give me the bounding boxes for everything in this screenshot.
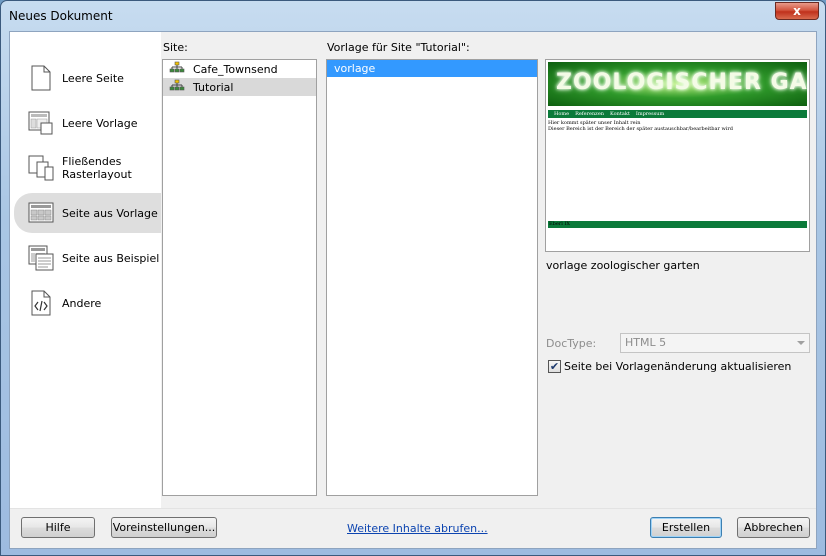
site-item-tutorial[interactable]: Tutorial: [163, 78, 316, 96]
dialog-client: Leere Seite Leere Vorlage Fließendes Ras…: [9, 31, 817, 549]
site-list[interactable]: Cafe_Townsend Tutorial: [162, 59, 317, 496]
category-label: Leere Vorlage: [62, 116, 138, 130]
blank-page-icon: [28, 64, 54, 92]
category-label: Andere: [62, 296, 102, 310]
title-bar[interactable]: Neues Dokument x: [1, 1, 825, 31]
category-label: Leere Seite: [62, 71, 124, 85]
category-item-other[interactable]: Andere: [14, 283, 161, 323]
doctype-value: HTML 5: [625, 336, 667, 349]
preview-nav-link: Home: [554, 111, 570, 117]
template-list[interactable]: vorlage: [326, 59, 538, 496]
preview-body-line: Dieser Bereich ist der Bereich der späte…: [548, 126, 733, 132]
dialog-window: Neues Dokument x Leere Seite Leere Vorla…: [0, 0, 826, 556]
category-label: Fließendes Rasterlayout: [62, 155, 132, 181]
category-item-page-from-template[interactable]: Seite aus Vorlage: [14, 193, 161, 233]
close-button[interactable]: x: [775, 2, 819, 20]
footer-divider: [10, 508, 816, 509]
preview-nav: Home Referenzen Kontakt Impressum: [548, 110, 807, 118]
template-preview: ZOOLOGISCHER GARTEN Home Referenzen Kont…: [545, 59, 810, 252]
preview-nav-link: Impressum: [635, 111, 665, 117]
update-on-template-change[interactable]: ✔ Seite bei Vorlagenänderung aktualisier…: [548, 360, 791, 373]
site-icon: [169, 61, 185, 78]
cancel-button[interactable]: Abbrechen: [737, 517, 810, 538]
doctype-label: DocType:: [546, 337, 597, 350]
more-content-link[interactable]: Weitere Inhalte abrufen...: [347, 522, 488, 535]
blank-template-icon: [28, 109, 54, 137]
site-item-label: Tutorial: [193, 80, 234, 94]
category-item-page-from-sample[interactable]: Seite aus Beispiel: [14, 238, 161, 278]
update-checkbox[interactable]: ✔: [548, 360, 561, 373]
template-list-label: Vorlage für Site "Tutorial":: [327, 41, 470, 54]
template-item-vorlage[interactable]: vorlage: [327, 60, 537, 77]
preview-banner-text: ZOOLOGISCHER GARTEN: [556, 70, 807, 95]
category-list: Leere Seite Leere Vorlage Fließendes Ras…: [10, 32, 161, 508]
page-from-template-icon: [28, 199, 54, 227]
checkmark-icon: ✔: [549, 360, 560, 373]
close-icon: x: [793, 4, 801, 18]
category-item-blank-template[interactable]: Leere Vorlage: [14, 103, 161, 143]
chevron-down-icon: [797, 341, 805, 345]
category-item-fluid-grid[interactable]: Fließendes Rasterlayout: [14, 148, 161, 188]
site-label: Site:: [163, 41, 188, 54]
help-button[interactable]: Hilfe: [21, 517, 95, 538]
site-item-cafe-townsend[interactable]: Cafe_Townsend: [163, 60, 316, 78]
preview-nav-link: Kontakt: [610, 111, 630, 117]
preview-nav-link: Referenzen: [575, 111, 604, 117]
site-icon: [169, 79, 185, 96]
update-checkbox-label: Seite bei Vorlagenänderung aktualisieren: [564, 360, 792, 373]
preferences-button[interactable]: Voreinstellungen...: [111, 517, 217, 538]
create-button[interactable]: Erstellen: [650, 517, 722, 538]
site-item-label: Cafe_Townsend: [193, 62, 278, 76]
code-file-icon: [28, 289, 54, 317]
category-label: Seite aus Beispiel: [62, 251, 160, 265]
doctype-select[interactable]: HTML 5: [620, 333, 810, 353]
preview-banner: ZOOLOGISCHER GARTEN: [548, 62, 807, 106]
preview-caption: vorlage zoologischer garten: [546, 259, 700, 272]
preview-body: Hier kommt später unser Inhalt rein Dies…: [548, 120, 733, 132]
preview-footer: Eberl IX: [548, 221, 807, 228]
category-label: Seite aus Vorlage: [62, 206, 158, 220]
category-item-blank-page[interactable]: Leere Seite: [14, 58, 161, 98]
page-from-sample-icon: [28, 244, 54, 272]
window-title: Neues Dokument: [9, 9, 113, 23]
fluid-grid-icon: [28, 154, 54, 182]
